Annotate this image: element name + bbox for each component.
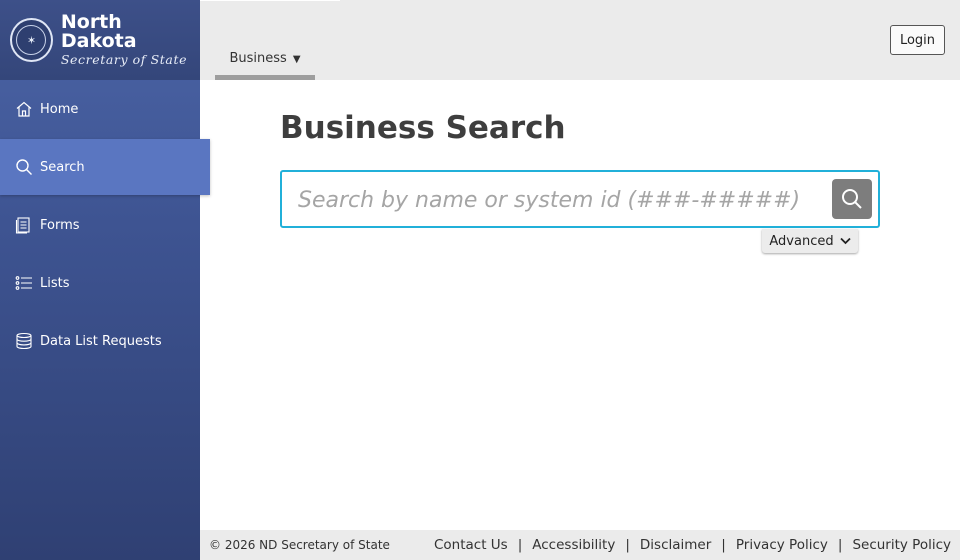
login-button[interactable]: Login <box>890 25 945 55</box>
brand[interactable]: ✶ North Dakota Secretary of State <box>0 0 200 80</box>
home-icon <box>14 99 34 119</box>
sidebar: ✶ North Dakota Secretary of State Home S… <box>0 0 210 560</box>
sidebar-item-label: Lists <box>40 275 70 291</box>
footer-link-disclaimer[interactable]: Disclaimer <box>640 537 711 553</box>
advanced-label: Advanced <box>769 233 834 249</box>
sidebar-item-label: Forms <box>40 217 80 233</box>
state-seal-logo: ✶ <box>10 18 53 62</box>
footer-link-security-policy[interactable]: Security Policy <box>852 537 951 553</box>
copyright: © 2026 ND Secretary of State <box>209 538 390 552</box>
chevron-down-icon <box>839 237 851 245</box>
top-bar: Business ▼ Login <box>200 0 960 80</box>
search-icon <box>14 157 34 177</box>
separator: | <box>837 537 843 553</box>
separator: | <box>721 537 726 553</box>
sidebar-item-forms[interactable]: Forms <box>0 196 200 254</box>
search-icon <box>842 189 862 209</box>
footer-link-contact-us[interactable]: Contact Us <box>434 537 508 553</box>
sidebar-item-lists[interactable]: Lists <box>0 254 200 312</box>
sidebar-item-label: Data List Requests <box>40 333 162 349</box>
sidebar-item-search[interactable]: Search <box>0 139 210 195</box>
sidebar-item-label: Home <box>40 101 79 117</box>
sidebar-item-data-list-requests[interactable]: Data List Requests <box>0 312 200 370</box>
search-box <box>280 170 880 228</box>
sidebar-nav: Home Search Forms Lists Data List Reques… <box>0 80 210 370</box>
brand-subtitle: Secretary of State <box>60 52 188 68</box>
footer-link-accessibility[interactable]: Accessibility <box>532 537 615 553</box>
footer-links: Contact Us | Accessibility | Disclaimer … <box>434 537 951 553</box>
page-title: Business Search <box>280 110 566 146</box>
search-button[interactable] <box>832 179 872 219</box>
separator: | <box>517 537 523 553</box>
brand-title: North Dakota <box>60 11 137 53</box>
separator: | <box>625 537 630 553</box>
caret-down-icon: ▼ <box>292 54 301 65</box>
database-icon <box>14 331 34 351</box>
advanced-button[interactable]: Advanced <box>762 229 858 253</box>
sidebar-item-label: Search <box>40 159 85 175</box>
tab-label: Business <box>229 51 287 66</box>
search-input[interactable] <box>296 172 820 228</box>
sidebar-item-home[interactable]: Home <box>0 80 200 138</box>
list-icon <box>14 273 34 293</box>
footer: © 2026 ND Secretary of State Contact Us … <box>200 530 960 560</box>
footer-link-privacy-policy[interactable]: Privacy Policy <box>736 537 828 553</box>
divider <box>200 0 340 1</box>
document-icon <box>14 215 34 235</box>
tab-business[interactable]: Business ▼ <box>215 44 315 80</box>
